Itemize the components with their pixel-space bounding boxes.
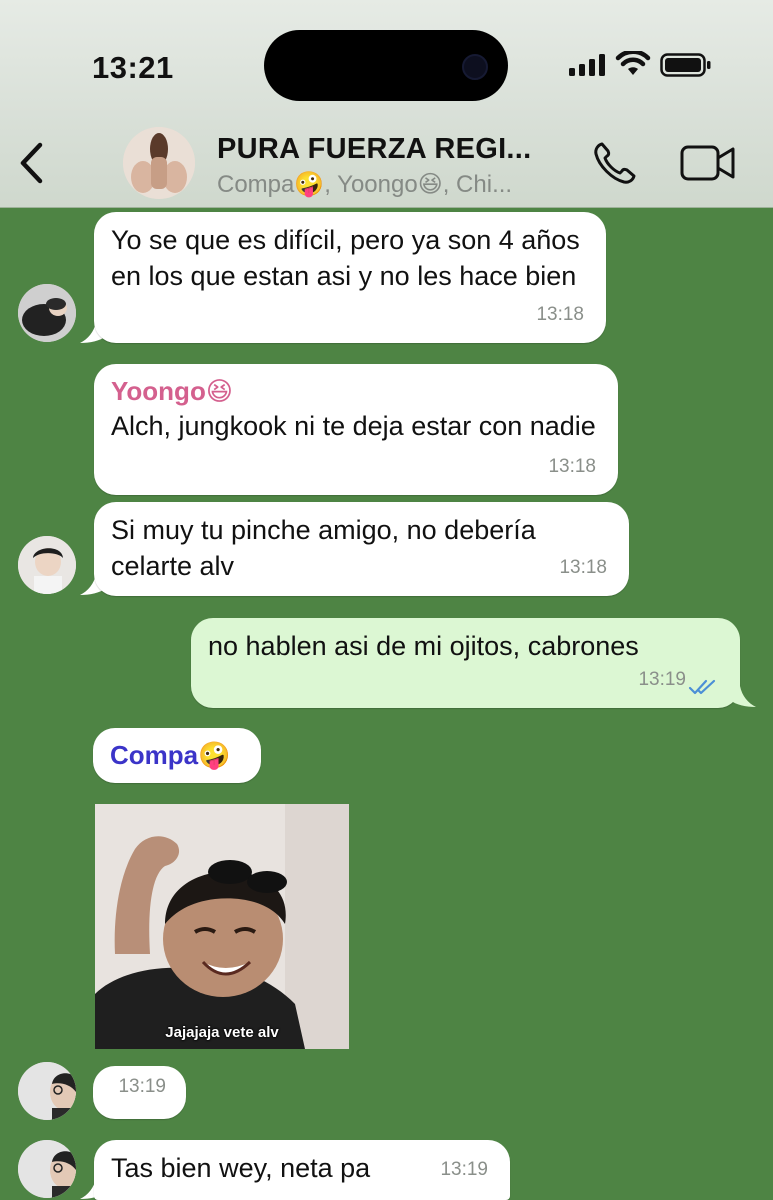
message-text: Alch, jungkook ni te deja estar con nadi… (111, 411, 596, 441)
contact-photo-icon (18, 1062, 76, 1120)
sticker-image[interactable]: Jajajaja vete alv (95, 804, 349, 1049)
dynamic-island (264, 30, 508, 101)
sticker-time-bubble: 13:19 (93, 1066, 186, 1119)
bubble-tail (730, 686, 756, 707)
message-text: Si muy tu pinche amigo, no debería celar… (111, 515, 536, 581)
battery-icon (660, 53, 711, 77)
avatar[interactable] (18, 1062, 76, 1120)
avatar[interactable] (18, 536, 76, 594)
wifi-icon (615, 51, 651, 75)
group-members[interactable]: Compa🤪, Yoongo😆, Chi... (217, 170, 577, 199)
message-time: 13:18 (548, 456, 596, 477)
cellular-signal-icon (569, 54, 605, 76)
sender-name[interactable]: Yoongo😆 (111, 374, 602, 408)
contact-photo-icon (18, 284, 76, 342)
message-text: Yo se que es difícil, pero ya son 4 años… (111, 225, 580, 291)
message-text: Tas bien wey, neta pa (111, 1153, 371, 1183)
message-time: 13:18 (559, 557, 607, 578)
video-camera-icon[interactable] (680, 144, 736, 182)
message-bubble[interactable]: Si muy tu pinche amigo, no debería celar… (94, 502, 629, 596)
message-time: 13:19 (118, 1076, 166, 1097)
sender-name[interactable]: Compa🤪 (110, 738, 245, 772)
group-avatar[interactable] (123, 127, 195, 199)
outgoing-message-bubble[interactable]: no hablen asi de mi ojitos, cabrones 13:… (191, 618, 740, 708)
message-time: 13:18 (536, 304, 584, 325)
message-bubble[interactable]: Yoongo😆 Alch, jungkook ni te deja estar … (94, 364, 618, 495)
message-bubble[interactable]: Compa🤪 (93, 728, 261, 783)
group-title[interactable]: PURA FUERZA REGI... (217, 133, 577, 166)
read-receipt-icon (688, 679, 716, 695)
message-bubble[interactable]: Yo se que es difícil, pero ya son 4 años… (94, 212, 606, 343)
camera-icon (462, 54, 488, 80)
contact-photo-icon (18, 536, 76, 594)
sticker-photo (95, 804, 349, 1049)
avatar[interactable] (18, 1140, 76, 1198)
message-time: 13:19 (638, 669, 686, 690)
avatar[interactable] (18, 284, 76, 342)
contact-photo-icon (18, 1140, 76, 1198)
phone-icon[interactable] (592, 140, 638, 186)
back-chevron-icon[interactable] (14, 138, 50, 188)
sticker-caption: Jajajaja vete alv (165, 1024, 279, 1041)
group-photo-icon (123, 127, 195, 199)
message-time: 13:19 (440, 1159, 488, 1180)
message-text: no hablen asi de mi ojitos, cabrones (208, 631, 639, 661)
chat-header: 13:21 PURA FUERZA REGI... Compa🤪, Yoongo… (0, 0, 773, 208)
message-bubble[interactable]: Tas bien wey, neta pa 13:19 (94, 1140, 510, 1200)
status-time: 13:21 (92, 50, 174, 85)
